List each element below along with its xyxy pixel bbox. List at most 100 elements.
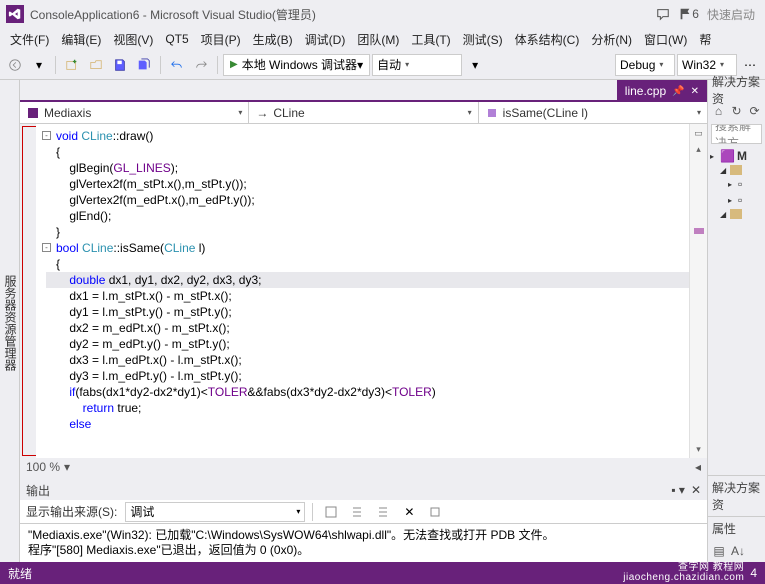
method-dropdown[interactable]: isSame(CLine l)▾: [479, 102, 707, 123]
editor-wrap: -void CLine::draw() { glBegin(GL_LINES);…: [20, 124, 707, 458]
solution-explorer: 解决方案资 ⌂ ↻ ⟳ 搜索解决方 ▸🟪M ◢ ▸▫ ▸▫ ◢ 解决方案资 属性…: [707, 80, 765, 562]
output-header: 输出 ▪ ▾ ✕: [20, 480, 707, 500]
separator: [217, 56, 218, 74]
tb-icon-1[interactable]: ▾: [464, 54, 486, 76]
solution-explorer-title: 解决方案资: [708, 80, 765, 100]
menu-file[interactable]: 文件(F): [4, 29, 55, 50]
project-icon: [26, 106, 40, 120]
menu-view[interactable]: 视图(V): [107, 29, 159, 50]
scroll-left-icon[interactable]: ◂: [695, 460, 701, 474]
document-tabs: line.cpp 📌 ✕: [20, 80, 707, 102]
menu-tools[interactable]: 工具(T): [405, 29, 456, 50]
cat-icon[interactable]: ▤: [711, 543, 727, 559]
tab-line-cpp[interactable]: line.cpp 📌 ✕: [617, 80, 707, 102]
menu-qt[interactable]: QT5: [159, 30, 194, 48]
op-btn-1[interactable]: [320, 501, 342, 523]
sln-tab[interactable]: 解决方案资: [708, 475, 765, 516]
class-icon: →: [255, 106, 269, 120]
editor-scrollbar[interactable]: ▭ ▴ ▾: [689, 124, 707, 458]
marker-icon: [694, 228, 704, 234]
folder-icon: [730, 209, 742, 219]
output-body[interactable]: "Mediaxis.exe"(Win32): 已加载"C:\Windows\Sy…: [20, 524, 707, 562]
watermark: 查字网 教程网 jiaocheng.chazidian.com: [623, 563, 744, 583]
split-icon[interactable]: ▭: [692, 126, 706, 140]
main-area: 服务器资源管理器 工具箱 line.cpp 📌 ✕ Mediaxis▾ → CL…: [0, 80, 765, 562]
zoom-level[interactable]: 100 %: [26, 460, 60, 474]
folder-icon: [730, 165, 742, 175]
op-clear-button[interactable]: ✕: [398, 501, 420, 523]
solution-search[interactable]: 搜索解决方: [711, 124, 762, 144]
scroll-up-icon[interactable]: ▴: [692, 142, 706, 156]
op-btn-5[interactable]: [424, 501, 446, 523]
menu-build[interactable]: 生成(B): [247, 29, 299, 50]
menu-debug[interactable]: 调试(D): [299, 29, 352, 50]
pin-icon[interactable]: 📌: [672, 86, 684, 97]
output-from-label: 显示输出来源(S):: [26, 503, 117, 520]
properties-title: 属性: [708, 516, 765, 540]
method-icon: [485, 106, 499, 120]
menu-arch[interactable]: 体系结构(C): [509, 29, 586, 50]
status-bar: 就绪 查字网 教程网 jiaocheng.chazidian.com 4: [0, 562, 765, 584]
close-icon[interactable]: ✕: [691, 86, 699, 97]
output-title: 输出: [26, 482, 50, 499]
server-explorer-tab[interactable]: 服务器资源管理器: [2, 271, 19, 375]
nav-fwd-button[interactable]: ▾: [28, 54, 50, 76]
scope-dropdown[interactable]: Mediaxis▾: [20, 102, 249, 123]
separator: [160, 56, 161, 74]
open-button[interactable]: [85, 54, 107, 76]
menu-project[interactable]: 项目(P): [195, 29, 247, 50]
code-editor[interactable]: -void CLine::draw() { glBegin(GL_LINES);…: [36, 124, 689, 458]
auto-dropdown[interactable]: 自动▾: [372, 54, 462, 76]
menu-bar: 文件(F) 编辑(E) 视图(V) QT5 项目(P) 生成(B) 调试(D) …: [0, 28, 765, 50]
left-sidebar: 服务器资源管理器 工具箱: [0, 80, 20, 562]
save-all-button[interactable]: [133, 54, 155, 76]
sln-toolbar: ⌂ ↻ ⟳: [708, 100, 765, 122]
annotation-box: [22, 126, 36, 456]
refresh-icon[interactable]: ↻: [729, 103, 744, 119]
menu-team[interactable]: 团队(M): [351, 29, 405, 50]
output-line: 程序"[580] Mediaxis.exe"已退出，返回值为 0 (0x0)。: [28, 543, 699, 558]
op-btn-3[interactable]: [372, 501, 394, 523]
notifications-icon[interactable]: 6: [678, 7, 699, 21]
output-source-dropdown[interactable]: 调试▾: [125, 502, 305, 522]
menu-window[interactable]: 窗口(W): [638, 29, 693, 50]
nav-back-button[interactable]: [4, 54, 26, 76]
feedback-icon[interactable]: [656, 7, 670, 21]
op-btn-2[interactable]: [346, 501, 368, 523]
separator: [55, 56, 56, 74]
center-area: line.cpp 📌 ✕ Mediaxis▾ → CLine▾ isSame(C…: [20, 80, 707, 562]
undo-button[interactable]: [166, 54, 188, 76]
class-dropdown[interactable]: → CLine▾: [249, 102, 478, 123]
solution-icon: 🟪: [720, 149, 735, 163]
toolbar: ▾ ▶本地 Windows 调试器 ▾ 自动▾ ▾ Debug▾ Win32▾ …: [0, 50, 765, 80]
window-title: ConsoleApplication6 - Microsoft Visual S…: [30, 6, 652, 23]
close-icon[interactable]: ✕: [691, 483, 701, 497]
new-project-button[interactable]: [61, 54, 83, 76]
menu-help[interactable]: 帮: [693, 29, 717, 50]
redo-button[interactable]: [190, 54, 212, 76]
tab-label: line.cpp: [625, 84, 666, 98]
status-text: 就绪: [8, 565, 32, 582]
item-icon: ▫: [738, 177, 742, 191]
output-line: "Mediaxis.exe"(Win32): 已加载"C:\Windows\Sy…: [28, 528, 699, 543]
quick-launch[interactable]: 快速启动: [707, 6, 755, 23]
status-right: 4: [750, 566, 757, 580]
menu-test[interactable]: 测试(S): [457, 29, 509, 50]
output-toolbar: 显示输出来源(S): 调试▾ ✕: [20, 500, 707, 524]
sync-icon[interactable]: ⟳: [747, 103, 762, 119]
az-icon[interactable]: A↓: [730, 543, 746, 559]
pin-icon[interactable]: ▪ ▾: [671, 483, 685, 497]
solution-tree[interactable]: ▸🟪M ◢ ▸▫ ▸▫ ◢: [708, 146, 765, 475]
title-bar: ConsoleApplication6 - Microsoft Visual S…: [0, 0, 765, 28]
menu-analyze[interactable]: 分析(N): [585, 29, 638, 50]
start-debug-button[interactable]: ▶本地 Windows 调试器 ▾: [223, 54, 370, 76]
output-pane: 输出 ▪ ▾ ✕ 显示输出来源(S): 调试▾ ✕ "Mediaxis.exe"…: [20, 476, 707, 562]
item-icon: ▫: [738, 193, 742, 207]
scroll-down-icon[interactable]: ▾: [692, 442, 706, 456]
menu-edit[interactable]: 编辑(E): [55, 29, 107, 50]
editor-footer: 100 %▾ ◂: [20, 458, 707, 476]
config-dropdown[interactable]: Debug▾: [615, 54, 675, 76]
code-navbar: Mediaxis▾ → CLine▾ isSame(CLine l)▾: [20, 102, 707, 124]
home-icon[interactable]: ⌂: [711, 103, 726, 119]
save-button[interactable]: [109, 54, 131, 76]
